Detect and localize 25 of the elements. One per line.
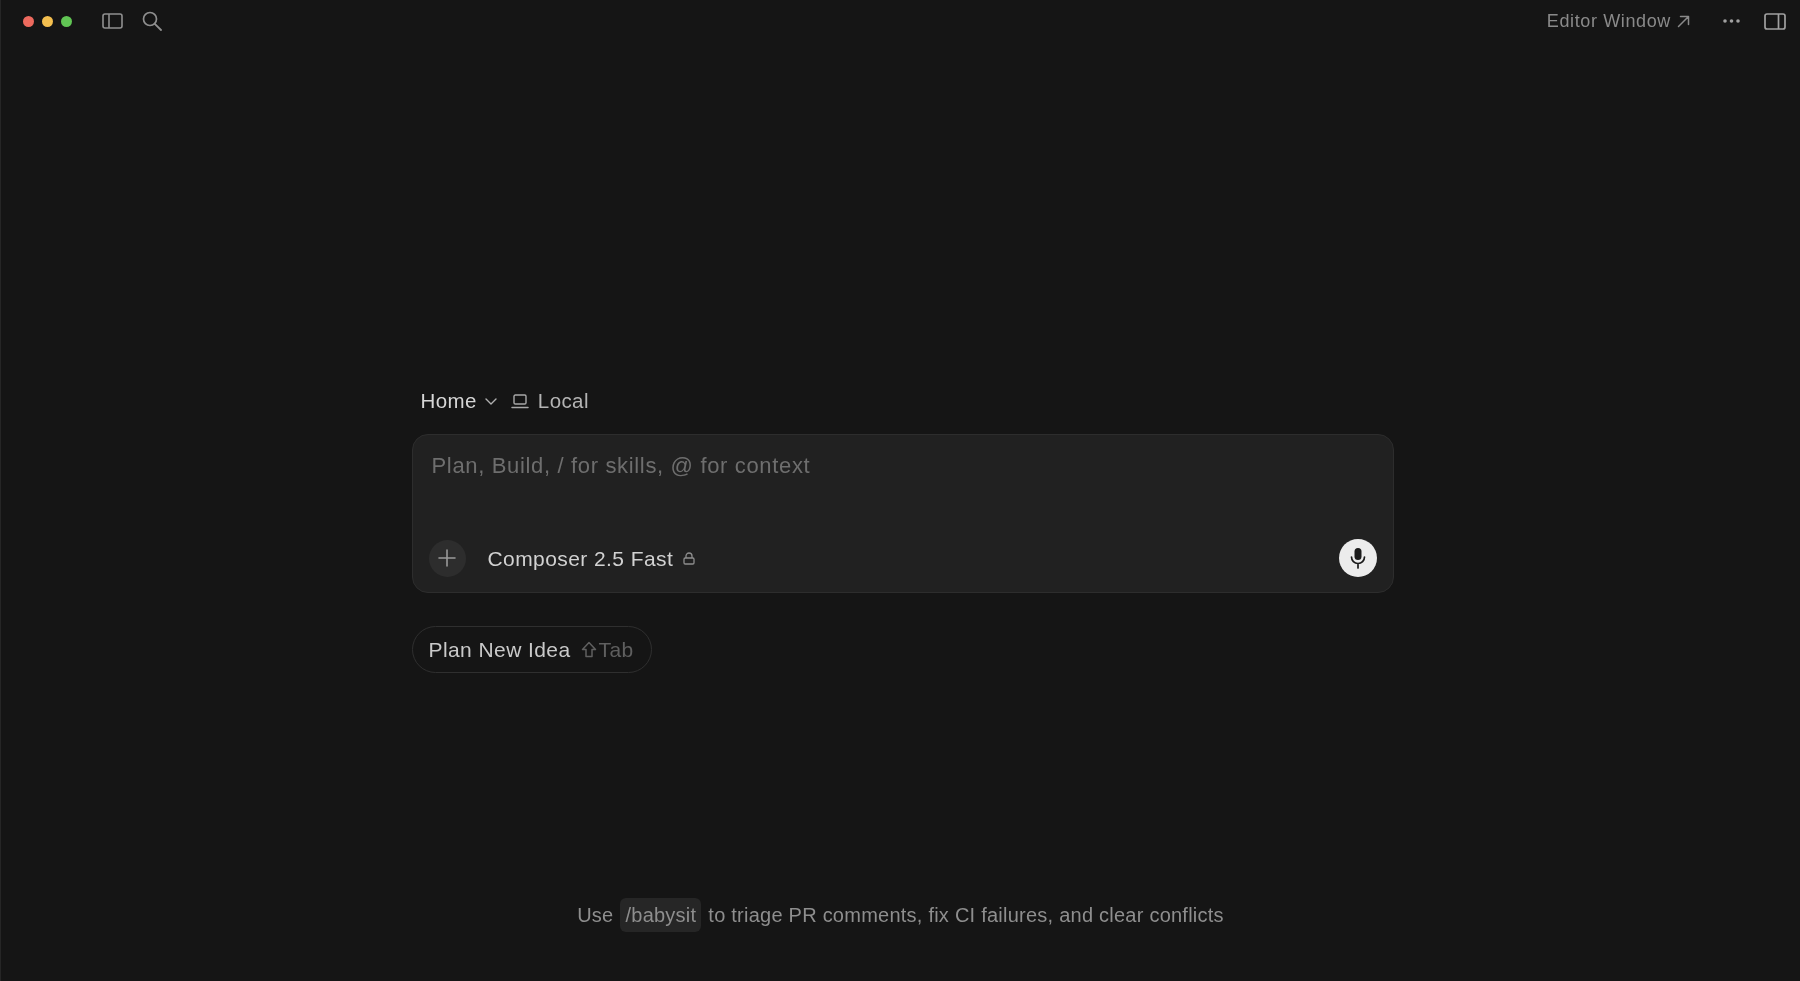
prompt-input-field[interactable]: Plan, Build, / for skills, @ for context (431, 453, 1377, 539)
search-icon[interactable] (142, 11, 162, 31)
close-window-icon[interactable] (23, 15, 34, 27)
microphone-icon (1349, 547, 1366, 569)
arrow-up-right-icon (1677, 14, 1690, 28)
prompt-input-box[interactable]: Plan, Build, / for skills, @ for context Composer 2.5 Fast (411, 434, 1394, 593)
tip-text: Use (577, 903, 614, 928)
command-chip: /babysit (620, 898, 702, 932)
location-dropdown[interactable]: Home (420, 390, 497, 412)
microphone-button[interactable] (1338, 539, 1377, 577)
more-icon[interactable] (1723, 19, 1740, 23)
shift-key-icon (580, 641, 597, 658)
minimize-window-icon[interactable] (42, 15, 53, 27)
sidebar-toggle-icon[interactable] (102, 13, 123, 29)
laptop-icon (510, 393, 529, 409)
editor-window-button[interactable]: Editor Window (1546, 12, 1690, 30)
model-selector[interactable]: Composer 2.5 Fast (487, 547, 696, 569)
plus-icon (438, 549, 456, 567)
side-panel-icon[interactable] (1764, 12, 1786, 30)
environment-button[interactable]: Local (510, 390, 589, 412)
add-button[interactable] (428, 539, 466, 577)
chevron-down-icon (484, 397, 497, 405)
maximize-window-icon[interactable] (61, 15, 72, 27)
tip-text: to triage PR comments, fix CI failures, and clear conflicts (708, 903, 1224, 928)
lock-icon (683, 551, 696, 565)
